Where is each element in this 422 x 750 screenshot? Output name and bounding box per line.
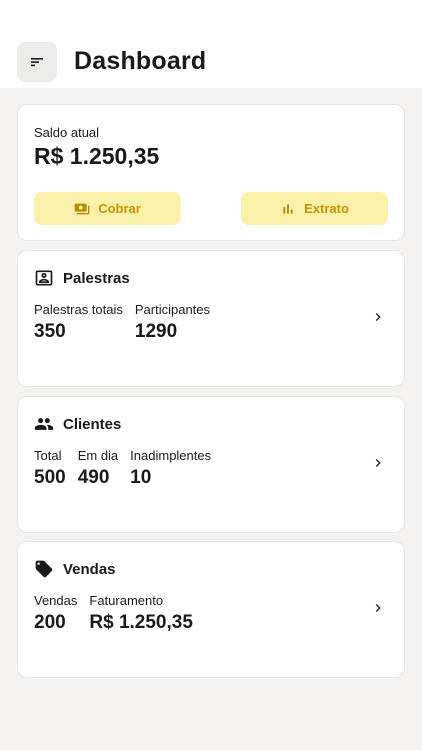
vendas-header: Vendas — [34, 559, 116, 579]
stat-total: Total 500 — [34, 448, 66, 489]
clientes-card[interactable]: Clientes Total 500 Em dia 490 Inadimplen… — [17, 396, 405, 533]
contact-card-icon — [35, 270, 53, 286]
tag-icon — [35, 560, 53, 578]
stat-palestras-totais: Palestras totais 350 — [34, 302, 123, 343]
clientes-title: Clientes — [63, 415, 122, 433]
balance-value: R$ 1.250,35 — [34, 143, 160, 169]
stat-label: Inadimplentes — [130, 448, 212, 463]
menu-button[interactable] — [17, 42, 57, 82]
vendas-stats: Vendas 200 Faturamento R$ 1.250,35 — [34, 593, 193, 634]
vendas-title: Vendas — [63, 560, 116, 578]
stat-label: Palestras totais — [34, 302, 123, 317]
palestras-title: Palestras — [63, 269, 130, 287]
stat-value: 350 — [34, 321, 66, 342]
extrato-label: Extrato — [304, 201, 349, 216]
clientes-header: Clientes — [34, 414, 121, 434]
stat-value: 10 — [130, 467, 152, 488]
cobrar-button[interactable]: Cobrar — [34, 192, 181, 225]
stat-label: Vendas — [34, 593, 78, 608]
vendas-card[interactable]: Vendas Vendas 200 Faturamento R$ 1.250,3… — [17, 541, 405, 678]
stat-label: Em dia — [77, 448, 119, 463]
stat-inadimplentes: Inadimplentes 10 — [130, 448, 211, 489]
stat-label: Participantes — [134, 302, 211, 317]
cobrar-label: Cobrar — [98, 201, 141, 216]
stat-label: Faturamento — [89, 593, 164, 608]
extrato-button[interactable]: Extrato — [241, 192, 388, 225]
people-icon — [34, 418, 54, 430]
stat-value: 500 — [34, 467, 66, 488]
balance-card: Saldo atual R$ 1.250,35 Cobrar Extrato — [17, 104, 405, 241]
chevron-right-icon[interactable] — [370, 309, 386, 325]
cash-icon — [74, 203, 90, 214]
balance-label: Saldo atual — [34, 125, 100, 140]
palestras-stats: Palestras totais 350 Participantes 1290 — [34, 302, 210, 343]
stat-participantes: Participantes 1290 — [135, 302, 210, 343]
clientes-stats: Total 500 Em dia 490 Inadimplentes 10 — [34, 448, 211, 489]
stat-value: 200 — [34, 612, 66, 633]
bar-chart-icon — [283, 203, 293, 214]
chevron-right-icon[interactable] — [370, 455, 386, 471]
stat-value: R$ 1.250,35 — [89, 612, 193, 633]
sort-menu-icon — [31, 58, 43, 67]
stat-faturamento: Faturamento R$ 1.250,35 — [89, 593, 193, 634]
page-title: Dashboard — [74, 47, 207, 75]
app-header: Dashboard — [0, 0, 422, 88]
stat-value: 490 — [77, 467, 110, 488]
chevron-right-icon[interactable] — [370, 600, 386, 616]
palestras-header: Palestras — [34, 268, 130, 288]
stat-label: Total — [34, 448, 62, 463]
palestras-card[interactable]: Palestras Palestras totais 350 Participa… — [17, 250, 405, 387]
stat-em-dia: Em dia 490 — [78, 448, 118, 489]
stat-value: 1290 — [134, 321, 178, 342]
stat-vendas: Vendas 200 — [34, 593, 77, 634]
